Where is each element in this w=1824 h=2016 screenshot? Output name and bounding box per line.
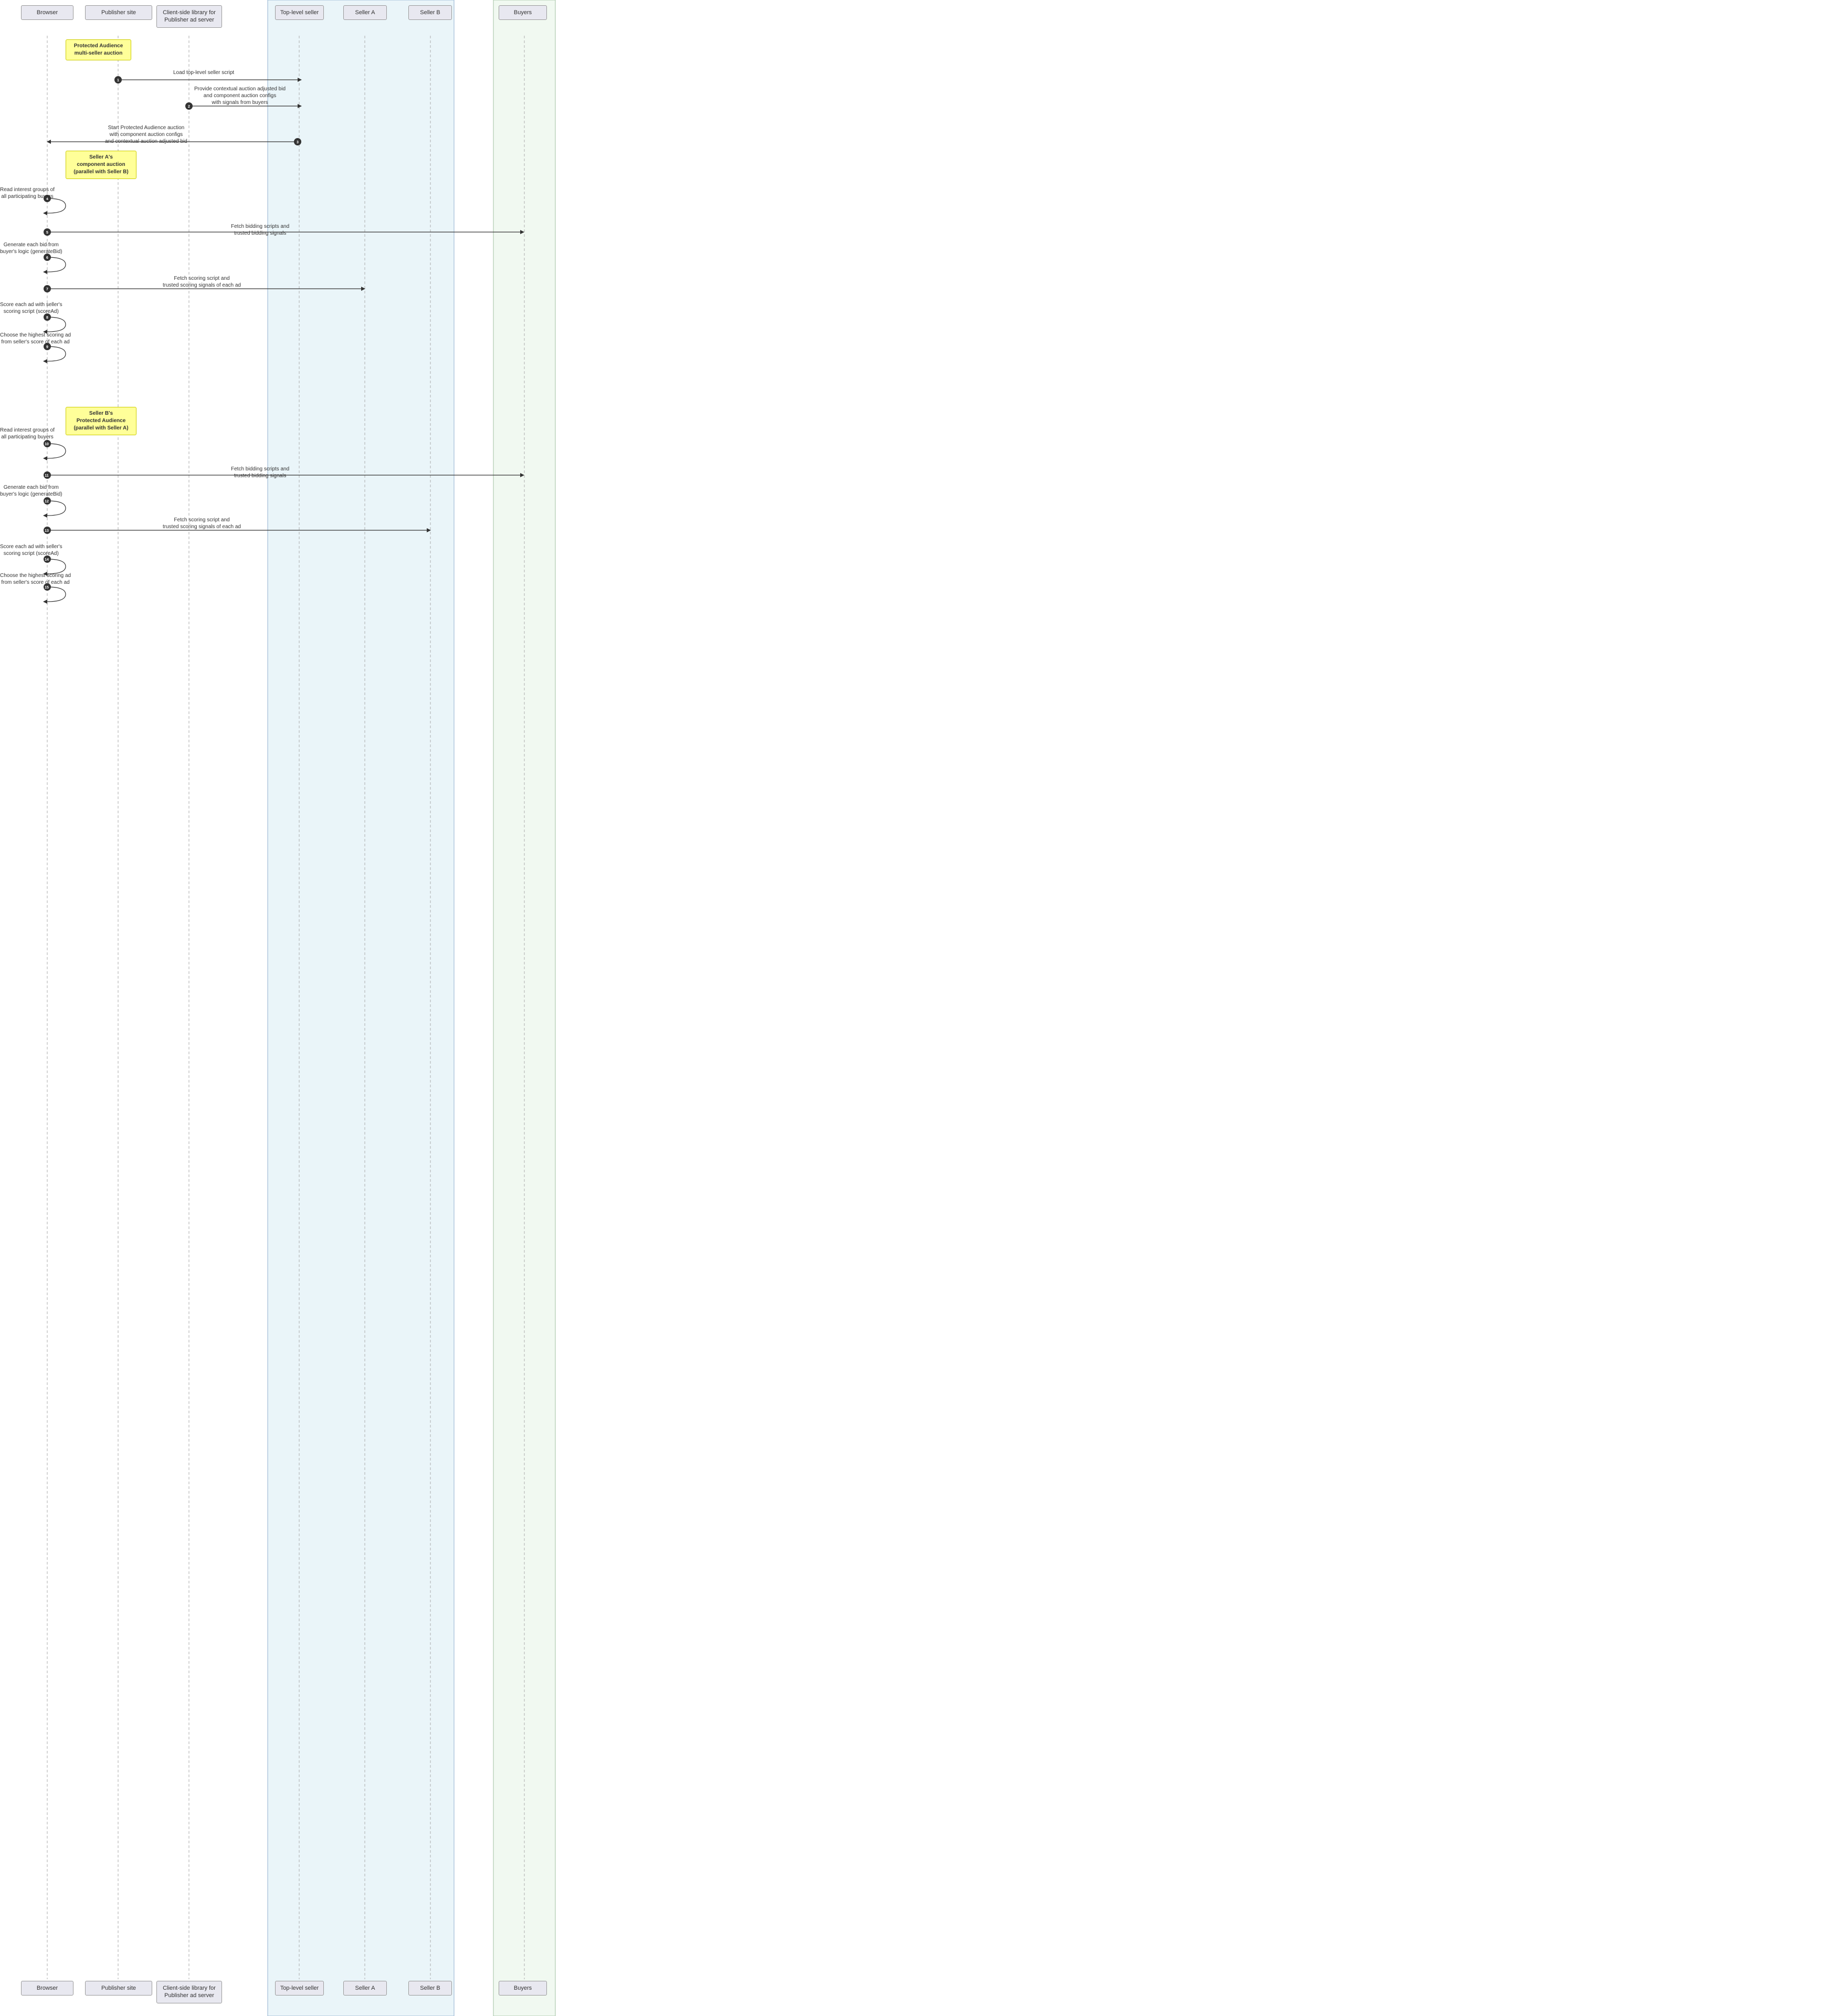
msg6-label: Generate each bid frombuyer's logic (gen… (0, 242, 62, 255)
svg-text:2: 2 (188, 105, 190, 109)
seller-b-annotation: Seller B'sProtected Audience(parallel wi… (66, 407, 136, 435)
msg2-label: Provide contextual auction adjusted bida… (194, 86, 286, 106)
buyers-header-top: Buyers (499, 5, 547, 20)
svg-text:12: 12 (45, 500, 49, 503)
publisher-footer: Publisher site (85, 1981, 152, 1996)
seller-a-footer: Seller A (343, 1981, 387, 1996)
msg15-label: Choose the highest scoring adfrom seller… (0, 572, 71, 586)
msg9-label: Choose the highest scoring adfrom seller… (0, 332, 71, 345)
svg-text:1: 1 (117, 79, 119, 82)
seller-a-header-top: Seller A (343, 5, 387, 20)
browser-header-top: Browser (21, 5, 73, 20)
svg-text:15: 15 (45, 586, 49, 590)
msg10-label: Read interest groups ofall participating… (0, 427, 55, 440)
svg-text:13: 13 (45, 529, 49, 533)
client-lib-footer: Client-side library forPublisher ad serv… (156, 1981, 222, 2003)
msg4-label: Read interest groups ofall participating… (0, 186, 55, 200)
top-seller-header-top: Top-level seller (275, 5, 324, 20)
buyers-footer: Buyers (499, 1981, 547, 1996)
svg-text:5: 5 (46, 231, 48, 235)
msg7-label: Fetch scoring script andtrusted scoring … (163, 275, 241, 289)
seller-a-annotation: Seller A'scomponent auction(parallel wit… (66, 151, 136, 179)
seller-b-footer: Seller B (408, 1981, 452, 1996)
msg14-label: Score each ad with seller'sscoring scrip… (0, 543, 62, 557)
top-seller-footer: Top-level seller (275, 1981, 324, 1996)
svg-text:11: 11 (45, 474, 49, 478)
msg8-label: Score each ad with seller'sscoring scrip… (0, 301, 62, 315)
msg13-label: Fetch scoring script andtrusted scoring … (163, 517, 241, 530)
svg-text:10: 10 (45, 443, 49, 446)
svg-text:7: 7 (46, 288, 48, 291)
msg5-label: Fetch bidding scripts andtrusted bidding… (231, 223, 289, 237)
pa-auction-annotation: Protected Audiencemulti-seller auction (66, 39, 131, 60)
msg3-label: Start Protected Audience auctionwith com… (105, 124, 187, 145)
svg-text:6: 6 (46, 256, 48, 260)
browser-footer: Browser (21, 1981, 73, 1996)
msg12-label: Generate each bid frombuyer's logic (gen… (0, 484, 62, 498)
msg11-label: Fetch bidding scripts andtrusted bidding… (231, 466, 289, 479)
svg-text:8: 8 (46, 316, 48, 320)
client-lib-header-top: Client-side library forPublisher ad serv… (156, 5, 222, 28)
msg1-label: Load top-level seller script (173, 69, 234, 76)
svg-text:3: 3 (297, 141, 299, 144)
publisher-header-top: Publisher site (85, 5, 152, 20)
seller-b-header-top: Seller B (408, 5, 452, 20)
svg-text:14: 14 (45, 558, 49, 562)
svg-text:9: 9 (46, 345, 48, 349)
sequence-diagram: { "title": "Protected Audience Multi-Sel… (0, 0, 556, 2016)
